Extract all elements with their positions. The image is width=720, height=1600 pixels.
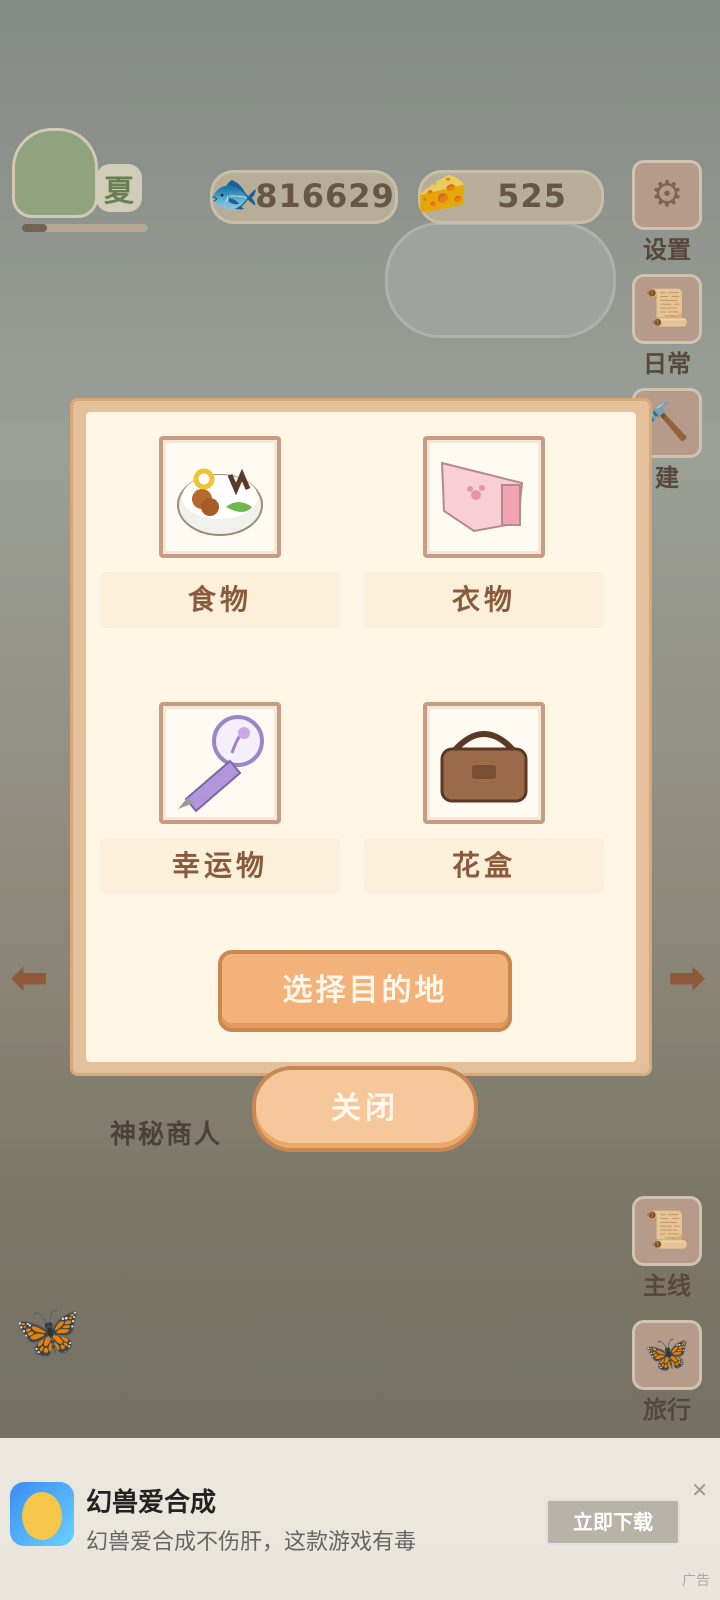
- download-button[interactable]: 立即下载: [546, 1499, 680, 1545]
- app-icon: [10, 1482, 74, 1546]
- close-ad-icon[interactable]: ✕: [691, 1478, 708, 1502]
- close-button[interactable]: 关闭: [252, 1066, 478, 1152]
- item-slot-flower-box[interactable]: 花盒: [364, 702, 604, 894]
- item-label-flower-box: 花盒: [364, 838, 604, 894]
- lucky-charm-icon: [159, 702, 281, 824]
- flower-box-icon: [423, 702, 545, 824]
- item-slot-lucky-charm[interactable]: 幸运物: [100, 702, 340, 894]
- ad-description: 幻兽爱合成不伤肝，这款游戏有毒: [86, 1530, 417, 1555]
- item-label-clothing: 衣物: [364, 572, 604, 628]
- ad-banner[interactable]: 幻兽爱合成 幻兽爱合成不伤肝，这款游戏有毒 立即下载 ✕ 广告: [0, 1438, 720, 1600]
- item-label-lucky-charm: 幸运物: [100, 838, 340, 894]
- item-slot-food[interactable]: 食物: [100, 436, 340, 628]
- clothing-icon: [423, 436, 545, 558]
- item-label-food: 食物: [100, 572, 340, 628]
- ad-tag: 广告: [682, 1573, 710, 1589]
- item-slot-clothing[interactable]: 衣物: [364, 436, 604, 628]
- select-destination-button[interactable]: 选择目的地: [218, 950, 512, 1032]
- food-bowl-icon: [159, 436, 281, 558]
- ad-title: 幻兽爱合成: [86, 1488, 217, 1518]
